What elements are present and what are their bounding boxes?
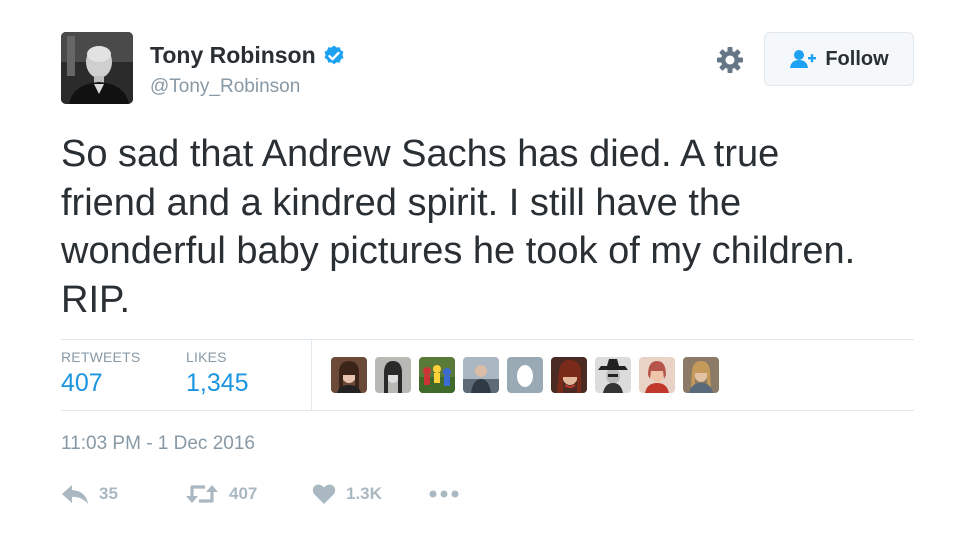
- verified-badge-icon: [324, 45, 344, 64]
- follow-label: Follow: [825, 47, 889, 70]
- tweet-line: RIP.: [61, 278, 131, 321]
- more-dots-icon: [429, 490, 459, 498]
- liker-avatar[interactable]: [551, 357, 587, 393]
- author-name-row[interactable]: Tony Robinson: [150, 42, 346, 69]
- author-name[interactable]: Tony Robinson: [150, 42, 316, 69]
- likes-label: LIKES: [186, 349, 227, 365]
- liker-avatar[interactable]: [595, 357, 631, 393]
- divider: [61, 339, 914, 340]
- retweet-count: 407: [229, 484, 258, 503]
- tweet-line: friend and a kindred spirit. I still hav…: [61, 181, 742, 224]
- divider: [61, 410, 914, 411]
- reply-count: 35: [99, 484, 118, 503]
- retweet-icon: [186, 485, 218, 503]
- more-button[interactable]: [428, 478, 460, 510]
- liker-avatar-egg[interactable]: [507, 357, 543, 393]
- reply-button[interactable]: 35: [61, 478, 118, 510]
- liker-avatar[interactable]: [463, 357, 499, 393]
- gear-icon: [717, 47, 743, 73]
- retweet-button[interactable]: 407: [185, 478, 257, 510]
- add-user-icon: [790, 50, 817, 68]
- like-count: 1.3K: [346, 484, 382, 503]
- author-handle[interactable]: @Tony_Robinson: [150, 76, 300, 98]
- follow-button[interactable]: Follow: [764, 32, 914, 86]
- heart-icon: [312, 484, 336, 504]
- liker-avatar[interactable]: [419, 357, 455, 393]
- likers-avatars: [331, 357, 719, 393]
- likes-stat[interactable]: LIKES 1,345: [186, 349, 249, 398]
- profile-photo-icon: [61, 32, 133, 104]
- tweet-text: So sad that Andrew Sachs has died. A tru…: [61, 130, 931, 324]
- retweets-label: RETWEETS: [61, 349, 141, 365]
- default-egg-icon: [507, 357, 543, 393]
- retweets-stat[interactable]: RETWEETS 407: [61, 349, 140, 398]
- retweets-count[interactable]: 407: [61, 369, 140, 398]
- liker-avatar[interactable]: [375, 357, 411, 393]
- liker-avatar[interactable]: [639, 357, 675, 393]
- liker-avatar[interactable]: [683, 357, 719, 393]
- tweet-line: wonderful baby pictures he took of my ch…: [61, 230, 856, 272]
- settings-button[interactable]: [714, 44, 746, 76]
- like-button[interactable]: 1.3K: [312, 478, 382, 510]
- stats-separator: [311, 340, 312, 410]
- liker-avatar[interactable]: [331, 357, 367, 393]
- tweet-timestamp[interactable]: 11:03 PM - 1 Dec 2016: [61, 433, 255, 455]
- tweet-line: So sad that Andrew Sachs has died. A tru…: [61, 133, 780, 175]
- reply-icon: [62, 485, 88, 504]
- likes-count[interactable]: 1,345: [186, 369, 249, 398]
- author-avatar[interactable]: [61, 32, 133, 104]
